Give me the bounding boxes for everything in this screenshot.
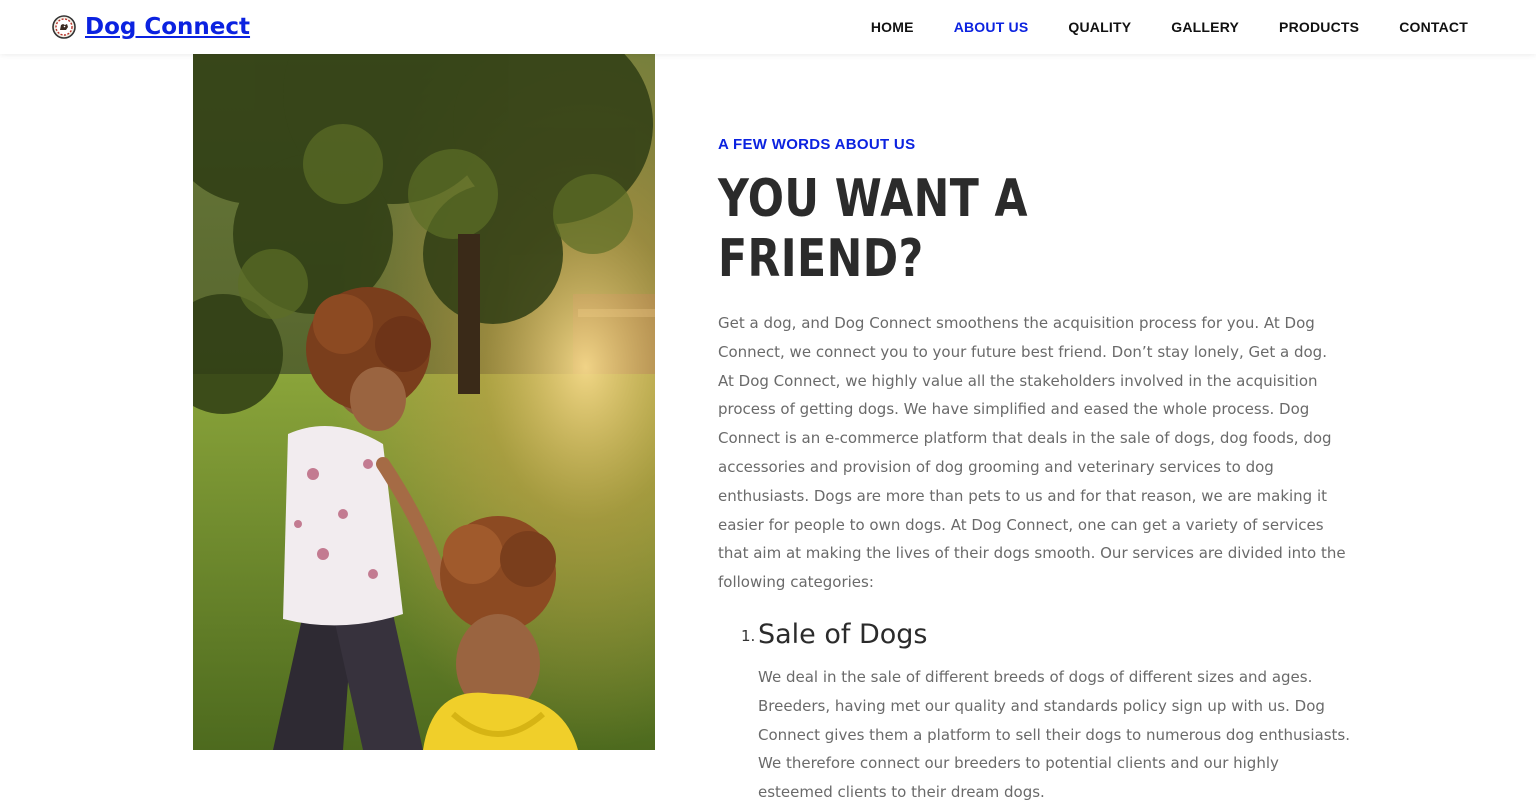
nav-contact[interactable]: CONTACT — [1399, 19, 1468, 35]
services-list: 1. Sale of Dogs We deal in the sale of d… — [718, 615, 1350, 807]
about-photo — [193, 54, 655, 750]
nav-products[interactable]: PRODUCTS — [1279, 19, 1359, 35]
site-header: Dog Connect HOME ABOUT US QUALITY GALLER… — [0, 0, 1536, 54]
service-title: Sale of Dogs — [758, 618, 928, 650]
section-title: YOU WANT A FRIEND? — [718, 169, 1028, 289]
brand-link[interactable]: Dog Connect — [52, 12, 250, 42]
section-eyebrow: A FEW WORDS ABOUT US — [718, 136, 916, 153]
about-section: A FEW WORDS ABOUT US YOU WANT A FRIEND? … — [718, 136, 1350, 807]
service-description: We deal in the sale of different breeds … — [758, 667, 1350, 802]
nav-about-us[interactable]: ABOUT US — [954, 19, 1029, 35]
brand-name[interactable]: Dog Connect — [85, 12, 250, 42]
service-item: 1. Sale of Dogs We deal in the sale of d… — [741, 615, 1350, 807]
dog-badge-icon — [52, 15, 76, 39]
nav-home[interactable]: HOME — [871, 19, 914, 35]
intro-paragraph: Get a dog, and Dog Connect smoothens the… — [718, 314, 1346, 592]
nav-gallery[interactable]: GALLERY — [1171, 19, 1239, 35]
nav-quality[interactable]: QUALITY — [1068, 19, 1131, 35]
service-number: 1. — [741, 626, 756, 645]
main-nav: HOME ABOUT US QUALITY GALLERY PRODUCTS C… — [831, 0, 1468, 54]
two-women-in-park-image — [193, 54, 655, 750]
